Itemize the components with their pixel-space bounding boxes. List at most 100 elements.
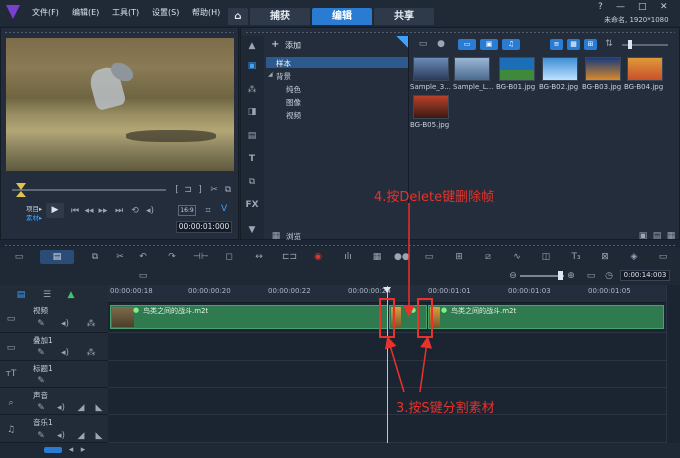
video-clip-left[interactable]: ● 鸟类之间的战斗.m2t — [110, 305, 388, 329]
overlay-track-grid-icon[interactable]: ⁂ — [84, 347, 98, 359]
stop-motion-icon[interactable]: ⊠ — [598, 251, 612, 263]
media-thumb-1[interactable] — [413, 57, 449, 81]
end-icon[interactable]: ⏭ — [112, 205, 126, 217]
overlay-track-mute-icon[interactable]: ◂) — [58, 347, 72, 359]
media-thumb-7[interactable] — [413, 95, 449, 119]
tab-home[interactable]: ⌂ — [228, 8, 248, 25]
storyboard-view-icon[interactable]: ▭ — [12, 251, 26, 263]
zoom-handle[interactable] — [558, 271, 563, 280]
scrub-bar[interactable] — [12, 189, 166, 191]
3d-title-icon[interactable]: T₃ — [569, 251, 583, 263]
tree-expand-icon[interactable]: ◢ — [268, 71, 273, 78]
tree-video[interactable]: 视频 — [286, 110, 301, 121]
instant-project-icon[interactable]: ⁂ — [245, 84, 259, 96]
show-audio-button[interactable]: ♫ — [502, 39, 520, 50]
fit-icon[interactable]: ⊣⊢ — [193, 251, 209, 263]
track-height-icon[interactable]: ☰ — [40, 289, 54, 301]
music-track-fade-out-icon[interactable]: ◣ — [92, 430, 106, 442]
title-track-edit-icon[interactable]: ✎ — [34, 375, 48, 387]
graphics-icon[interactable]: ⧉ — [245, 176, 259, 188]
subtitle-icon[interactable]: ▭ — [422, 251, 436, 263]
clock-icon[interactable]: ◷ — [602, 270, 616, 282]
media-category-icon[interactable]: ▣ — [245, 60, 259, 72]
menu-file[interactable]: 文件(F) — [32, 7, 59, 18]
timeline-timecode[interactable]: 0:00:14:003 — [620, 270, 670, 281]
timeline-view-button[interactable]: ▤ — [40, 250, 74, 264]
video-track-grid-icon[interactable]: ⁂ — [84, 318, 98, 330]
video-track-edit-icon[interactable]: ✎ — [34, 318, 48, 330]
tree-background[interactable]: 背景 — [276, 71, 291, 82]
menu-edit[interactable]: 编辑(E) — [72, 7, 99, 18]
text-title-icon[interactable]: T — [245, 153, 259, 165]
thumb-view-button[interactable]: ▦ — [567, 39, 580, 50]
voice-track-mute-icon[interactable]: ◂) — [54, 402, 68, 414]
zoom-in-icon[interactable]: ⊕ — [564, 270, 578, 282]
move-icon[interactable]: ↔ — [252, 251, 266, 263]
ripple-icon[interactable]: ⊏⊐ — [282, 251, 297, 263]
title-icon[interactable]: ▤ — [245, 130, 259, 142]
mark-out-icon[interactable]: ] — [193, 184, 207, 196]
track-manager-icon[interactable]: ⧉ — [88, 251, 102, 263]
multicam-icon[interactable]: ⊞ — [452, 251, 466, 263]
add-plus-icon[interactable]: + — [271, 39, 279, 50]
show-video-button[interactable]: ▭ — [458, 39, 476, 50]
volume-icon[interactable]: ◂) — [143, 205, 157, 217]
tree-sample[interactable]: 样本 — [276, 58, 291, 69]
transition-icon[interactable]: ◨ — [245, 106, 259, 118]
voice-track-fade-out-icon[interactable]: ◣ — [92, 402, 106, 414]
browse-icon[interactable]: ▦ — [269, 230, 283, 242]
redo-icon[interactable]: ↷ — [165, 251, 179, 263]
folder-icon[interactable]: ▭ — [416, 38, 430, 50]
capture-icon[interactable]: ● — [434, 38, 448, 50]
next-frame-icon[interactable]: ▸▸ — [96, 205, 110, 217]
browse-label[interactable]: 浏览 — [286, 231, 301, 242]
playhead-marker[interactable] — [16, 183, 26, 190]
library-option-icon-2[interactable]: ▤ — [650, 230, 664, 242]
show-all-tracks-icon[interactable]: ▤ — [14, 289, 28, 301]
voice-track-fade-in-icon[interactable]: ◢ — [74, 402, 88, 414]
voice-track-edit-icon[interactable]: ✎ — [34, 402, 48, 414]
tree-image[interactable]: 图像 — [286, 97, 301, 108]
copy-icon[interactable]: ⧉ — [221, 184, 235, 196]
close-icon[interactable]: ✕ — [660, 2, 668, 12]
show-photo-button[interactable]: ▣ — [480, 39, 498, 50]
zoom-select[interactable]: 16:9 — [178, 205, 196, 216]
aspect-icon[interactable]: ⌗ — [201, 205, 215, 217]
tools-icon[interactable]: ✂ — [113, 251, 127, 263]
home-start-icon[interactable]: ⏮ — [68, 205, 82, 217]
undo-icon[interactable]: ↶ — [136, 251, 150, 263]
tab-capture[interactable]: 捕获 — [250, 8, 310, 25]
video-track-mute-icon[interactable]: ◂) — [58, 318, 72, 330]
add-marker-icon[interactable]: ▲ — [64, 289, 78, 301]
library-option-icon-3[interactable]: ▦ — [664, 230, 678, 242]
library-option-icon-1[interactable]: ▣ — [636, 230, 650, 242]
v-label[interactable]: V — [221, 204, 227, 214]
tab-share[interactable]: 共享 — [374, 8, 434, 25]
media-thumb-6[interactable] — [627, 57, 663, 81]
video-clip-right[interactable]: ● 鸟类之间的战斗.m2t — [428, 305, 664, 329]
record-icon[interactable]: ◉ — [311, 251, 325, 263]
timeline-h-scroll[interactable] — [44, 447, 62, 453]
auto-music-icon[interactable]: ▦ — [370, 251, 384, 263]
sort-icon[interactable]: ⇅ — [602, 38, 616, 50]
detail-view-button[interactable]: ⊞ — [584, 39, 597, 50]
maximize-icon[interactable]: □ — [638, 2, 647, 12]
scroll-right-icon[interactable]: ▸ — [76, 444, 90, 456]
split-screen-icon[interactable]: ⧄ — [481, 251, 495, 263]
motion-tracking-icon[interactable]: ●● — [394, 251, 410, 263]
thumb-size-handle[interactable] — [628, 40, 632, 49]
path-icon[interactable]: ∿ — [510, 251, 524, 263]
music-track-mute-icon[interactable]: ◂) — [54, 430, 68, 442]
add-label[interactable]: 添加 — [285, 40, 301, 51]
music-track-edit-icon[interactable]: ✎ — [34, 430, 48, 442]
prev-frame-icon[interactable]: ◂◂ — [82, 205, 96, 217]
audio-mixer-icon[interactable]: ılı — [341, 251, 355, 263]
zoom-out-icon[interactable]: ⊖ — [506, 270, 520, 282]
fx-icon[interactable]: FX — [245, 199, 259, 211]
repeat-icon[interactable]: ⟲ — [128, 205, 142, 217]
minimize-icon[interactable]: — — [616, 2, 625, 12]
help-icon[interactable]: ? — [598, 2, 603, 12]
list-view-button[interactable]: ≡ — [550, 39, 563, 50]
fit-project-icon[interactable]: ▭ — [584, 270, 598, 282]
mask-icon[interactable]: ◫ — [539, 251, 553, 263]
